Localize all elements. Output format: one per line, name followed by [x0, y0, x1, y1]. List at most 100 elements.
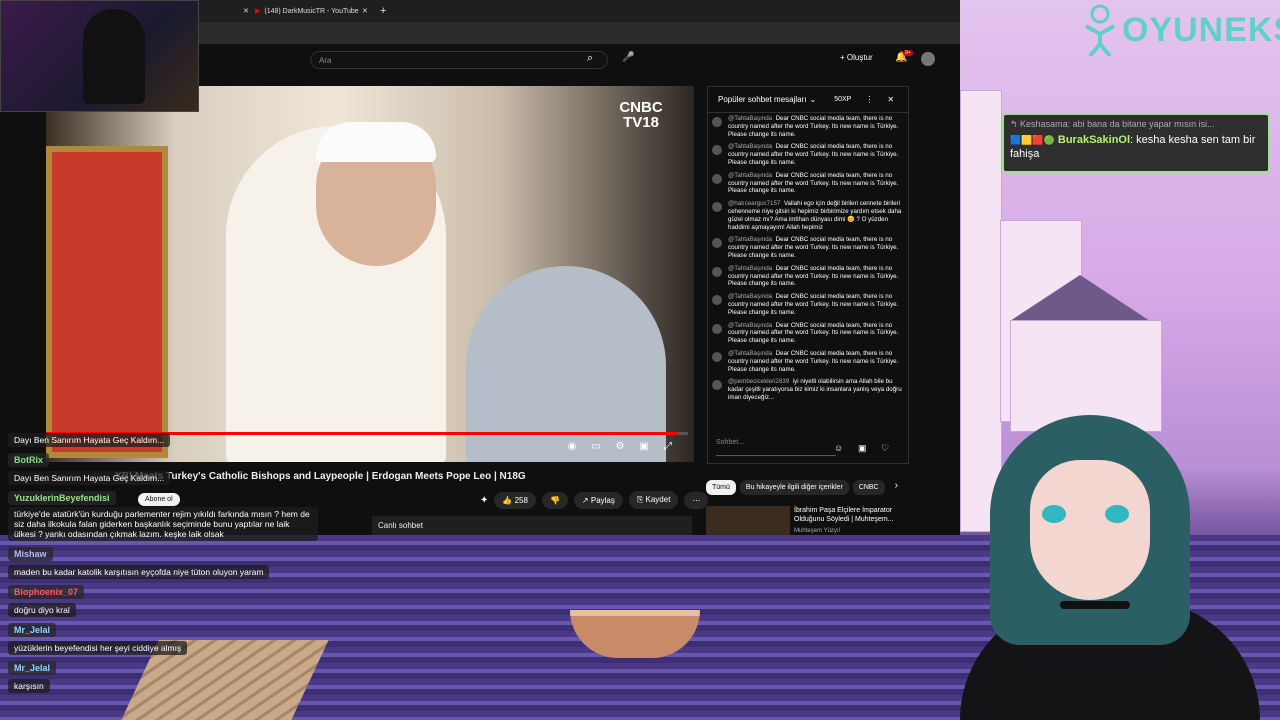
chat-message: @TahtaBaşında Dear CNBC social media tea…: [712, 236, 902, 259]
avatar-face: [1030, 460, 1150, 600]
chevron-right-icon[interactable]: ›: [895, 480, 898, 495]
video-player[interactable]: CNBC TV18: [46, 86, 694, 462]
chat-alert-box: ↰ Keshasama: abi bana da bitane yapar mı…: [1002, 113, 1270, 173]
avatar-left-eye: [1042, 505, 1066, 523]
chat-username[interactable]: @TahtaBaşında: [728, 172, 772, 179]
more-icon[interactable]: ⋯: [684, 491, 709, 509]
castle-roof: [1010, 275, 1150, 321]
avatar[interactable]: [712, 238, 722, 249]
search-icon[interactable]: ⌕: [587, 52, 593, 65]
fullscreen-icon[interactable]: ⤢: [661, 441, 675, 453]
close-tab-icon[interactable]: ✕: [243, 3, 249, 19]
youtube-icon: ▶: [255, 8, 261, 15]
chip-related[interactable]: Bu hikayeyle ilgili diğer içerikler: [739, 480, 849, 495]
chip-channel[interactable]: CNBC: [852, 480, 885, 495]
close-tab-icon[interactable]: ✕: [362, 3, 368, 19]
webcam-feed: [0, 0, 199, 112]
chat-message-body: @TahtaBaşında Dear CNBC social media tea…: [728, 115, 902, 138]
chevron-down-icon[interactable]: ⌄: [810, 95, 817, 104]
avatar[interactable]: [712, 202, 722, 213]
cnbc-logo: CNBC TV18: [606, 100, 676, 130]
create-button[interactable]: + Oluştur: [840, 53, 873, 62]
chat-message: @TahtaBaşında Dear CNBC social media tea…: [712, 265, 902, 288]
overlay-chat-entry: BotRix Dayı Ben Sanırım Hayata Geç Kaldım…: [8, 450, 318, 486]
save-label: Kaydet: [645, 495, 671, 504]
chat-message: @TahtaBaşında Dear CNBC social media tea…: [712, 350, 902, 373]
browser-tab[interactable]: ▶ (148) DarkMusicTR - YouTube: [255, 3, 370, 19]
new-tab-button[interactable]: +: [380, 3, 386, 19]
chat-username[interactable]: @TahtaBaşında: [728, 236, 772, 243]
close-icon[interactable]: ✕: [887, 95, 894, 104]
overlay-chat-entry: Mishaw maden bu kadar katolik karşıtısın …: [8, 544, 318, 580]
heart-icon[interactable]: ♡: [881, 443, 889, 454]
like-button[interactable]: 👍 258: [494, 491, 536, 509]
alert-message: 🟦🟨🟥🟢 BurakSakinOl: kesha kesha sen tam b…: [1010, 133, 1262, 161]
chat-message-body: @TahtaBaşında Dear CNBC social media tea…: [728, 350, 902, 373]
overlay-username: Mr_Jelal: [8, 623, 57, 637]
chat-message: @TahtaBaşında Dear CNBC social media tea…: [712, 115, 902, 138]
chat-header: Popüler sohbet mesajları ⌄ 50XP ⋮ ✕: [708, 87, 908, 113]
more-vert-icon[interactable]: ⋮: [865, 95, 873, 104]
badge-icons: 🟦🟨🟥🟢: [1010, 135, 1055, 145]
chat-username[interactable]: @pembecicekleri2839: [728, 378, 789, 385]
super-chat-icon[interactable]: ▣: [858, 443, 867, 454]
share-label: Paylaş: [590, 495, 615, 505]
overlay-username: Biophoenix_07: [8, 585, 85, 599]
dislike-button[interactable]: 👎: [541, 491, 568, 509]
chat-message: @hatıcearguc7157 Vallahi ego için değil …: [712, 200, 902, 231]
chat-username[interactable]: @TahtaBaşında: [728, 143, 772, 150]
chat-mode-dropdown[interactable]: Popüler sohbet mesajları: [718, 95, 807, 104]
brand-logo: OYUNEKS: [1082, 4, 1280, 56]
thumbs-down-icon: 👎: [549, 495, 560, 505]
avatar[interactable]: [712, 266, 722, 277]
overlay-message: karşısın: [8, 679, 50, 693]
chat-message: @TahtaBaşında Dear CNBC social media tea…: [712, 322, 902, 345]
share-button[interactable]: ↗ Paylaş: [573, 491, 623, 509]
white-zucchetto: [316, 122, 436, 162]
chat-username[interactable]: @TahtaBaşında: [728, 350, 772, 357]
chip-all[interactable]: Tümü: [706, 480, 736, 495]
like-count: 258: [514, 495, 528, 505]
chat-messages: @TahtaBaşında Dear CNBC social media tea…: [712, 115, 902, 429]
chat-username[interactable]: @TahtaBaşında: [728, 265, 772, 272]
recommended-video[interactable]: İbrahim Paşa Elçilere İmparator Olduğunu…: [706, 506, 906, 535]
video-thumbnail[interactable]: [706, 506, 790, 535]
alert-reply-text: Keshasama: abi bana da bitane yapar mısı…: [1020, 119, 1215, 129]
notification-badge: 9+: [903, 50, 913, 56]
chat-message-body: @TahtaBaşında Dear CNBC social media tea…: [728, 143, 902, 166]
overlay-message: Dayı Ben Sanırım Hayata Geç Kaldım...: [8, 471, 171, 485]
chat-username[interactable]: @TahtaBaşında: [728, 115, 772, 122]
emoji-icon[interactable]: ☺: [834, 443, 843, 453]
plus-icon: +: [840, 53, 845, 62]
live-chat-label[interactable]: Canlı sohbet: [372, 516, 692, 535]
avatar[interactable]: [712, 117, 722, 127]
chat-message: @TahtaBaşında Dear CNBC social media tea…: [712, 293, 902, 316]
avatar[interactable]: [712, 351, 722, 362]
avatar[interactable]: [712, 173, 722, 184]
subtitles-icon[interactable]: ▭: [589, 441, 603, 453]
search-input[interactable]: Ara: [310, 51, 608, 69]
chat-username[interactable]: @hatıcearguc7157: [728, 200, 780, 207]
microphone-icon[interactable]: 🎤: [622, 52, 634, 63]
save-button[interactable]: ⎘ Kaydet: [628, 491, 679, 509]
avatar[interactable]: [712, 380, 722, 391]
avatar[interactable]: [712, 145, 722, 156]
bookmark-icon: ⎘: [636, 495, 644, 504]
hype-icon[interactable]: ✦: [480, 495, 488, 506]
recommended-title[interactable]: İbrahim Paşa Elçilere İmparator Olduğunu…: [794, 506, 906, 524]
brand-name: OYUNEKS: [1122, 10, 1280, 49]
chat-input[interactable]: Sohbet...: [716, 439, 836, 456]
miniplayer-icon[interactable]: ▣: [637, 441, 651, 453]
avatar[interactable]: [921, 52, 935, 66]
chat-username[interactable]: @TahtaBaşında: [728, 293, 772, 300]
autoplay-toggle-icon[interactable]: ◉: [565, 441, 579, 453]
avatar[interactable]: [712, 323, 722, 334]
thumbs-up-icon: 👍: [502, 495, 513, 505]
search-placeholder: Ara: [319, 55, 332, 65]
chat-username[interactable]: @TahtaBaşında: [728, 322, 772, 329]
avatar-choker: [1060, 601, 1130, 609]
chat-message-body: @pembecicekleri2839 iyi niyetli olabilir…: [728, 378, 902, 401]
settings-icon[interactable]: ⚙: [613, 441, 627, 453]
recommended-channel: Muhteşem Yüzyıl: [794, 528, 840, 534]
avatar[interactable]: [712, 295, 722, 306]
